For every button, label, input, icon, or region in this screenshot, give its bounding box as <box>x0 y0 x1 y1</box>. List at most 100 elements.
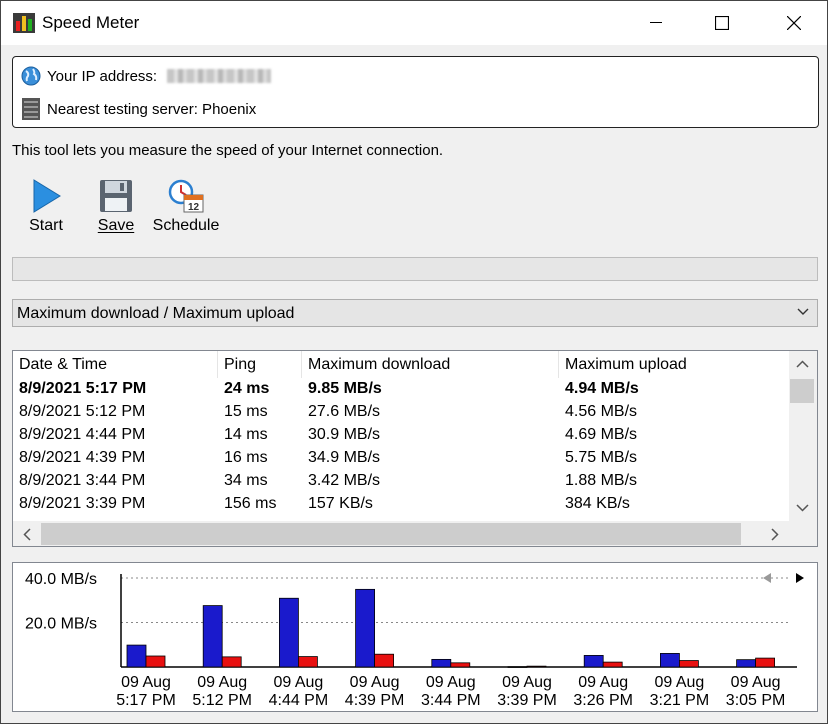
table-cell-date: 8/9/2021 4:39 PM <box>19 449 146 466</box>
chevron-down-icon <box>797 308 809 315</box>
x-tick-label-date: 09 Aug <box>350 674 400 691</box>
table-cell-ping: 15 ms <box>224 403 268 420</box>
chart-bar <box>583 655 604 668</box>
x-tick-label-time: 4:44 PM <box>269 692 329 709</box>
x-tick-label-time: 3:21 PM <box>650 692 710 709</box>
column-header-max-download[interactable]: Maximum download <box>302 351 559 378</box>
table-cell-date: 8/9/2021 3:39 PM <box>19 495 146 512</box>
horizontal-scroll-thumb[interactable] <box>41 523 741 545</box>
minimize-icon <box>650 22 662 23</box>
chart-scroll-right-icon[interactable] <box>796 573 804 583</box>
table-row[interactable]: 8/9/2021 5:12 PM 15 ms 27.6 MB/s 4.56 MB/s <box>13 401 789 424</box>
table-cell-down: 34.9 MB/s <box>308 449 381 466</box>
table-row[interactable]: 8/9/2021 4:39 PM 16 ms 34.9 MB/s 5.75 MB/s <box>13 447 789 470</box>
server-label: Nearest testing server: Phoenix <box>47 100 257 118</box>
ip-address-row: Your IP address: <box>21 66 272 86</box>
chart-bar <box>202 605 223 668</box>
table-cell-down: 30.9 MB/s <box>308 426 381 443</box>
chart-bar <box>602 661 623 668</box>
server-row: Nearest testing server: Phoenix <box>21 98 256 120</box>
column-header-max-upload[interactable]: Maximum upload <box>559 351 789 378</box>
schedule-label: Schedule <box>152 217 220 234</box>
ip-address-label: Your IP address: <box>47 67 158 85</box>
server-icon <box>22 98 40 120</box>
minimize-button[interactable] <box>633 1 679 45</box>
schedule-button[interactable]: 12 Schedule <box>151 179 221 235</box>
x-tick-label-time: 5:12 PM <box>192 692 252 709</box>
scroll-up-arrow-icon[interactable] <box>796 360 809 368</box>
table-cell-ping: 24 ms <box>224 380 270 397</box>
table-cell-date: 8/9/2021 5:12 PM <box>19 403 146 420</box>
table-cell-up: 4.56 MB/s <box>565 403 638 420</box>
scroll-down-arrow-icon[interactable] <box>796 504 809 512</box>
chart-bar <box>355 588 376 668</box>
scroll-left-arrow-icon[interactable] <box>23 528 31 541</box>
table-cell-ping: 16 ms <box>224 449 268 466</box>
vertical-scrollbar[interactable] <box>789 351 817 521</box>
tool-description: This tool lets you measure the speed of … <box>12 142 444 159</box>
x-tick-label-date: 09 Aug <box>502 674 552 691</box>
title-bar: Speed Meter <box>1 1 827 45</box>
x-tick-label-date: 09 Aug <box>121 674 171 691</box>
vertical-scroll-thumb[interactable] <box>790 379 814 403</box>
table-cell-up: 5.75 MB/s <box>565 449 638 466</box>
table-row[interactable]: 8/9/2021 5:17 PM 24 ms 9.85 MB/s 4.94 MB/s <box>13 378 789 401</box>
floppy-disk-icon <box>100 180 132 212</box>
maximize-button[interactable] <box>699 1 745 45</box>
x-tick-label-date: 09 Aug <box>578 674 628 691</box>
table-cell-ping: 156 ms <box>224 495 277 512</box>
table-cell-date: 8/9/2021 4:44 PM <box>19 426 146 443</box>
bar-chart-app-icon <box>13 13 35 33</box>
chart-bar <box>755 657 775 668</box>
column-header-date[interactable]: Date & Time <box>13 351 218 378</box>
y-tick-label: 40.0 MB/s <box>25 571 97 588</box>
horizontal-scrollbar[interactable] <box>13 521 817 546</box>
scroll-right-arrow-icon[interactable] <box>771 528 779 541</box>
chart-bar <box>507 666 528 668</box>
results-table: Date & Time Ping Maximum download Maximu… <box>12 350 818 547</box>
maximize-icon <box>715 16 729 30</box>
table-cell-ping: 14 ms <box>224 426 268 443</box>
table-cell-up: 384 KB/s <box>565 495 630 512</box>
y-tick-label: 20.0 MB/s <box>25 616 97 633</box>
x-tick-label-date: 09 Aug <box>654 674 704 691</box>
chart-bar <box>660 653 680 668</box>
chart-bar <box>145 655 166 668</box>
x-tick-label-time: 3:05 PM <box>726 692 786 709</box>
close-button[interactable] <box>771 1 817 45</box>
column-header-ping[interactable]: Ping <box>218 351 302 378</box>
chart-bar <box>679 660 699 668</box>
chart-bar <box>278 597 299 668</box>
play-icon <box>33 179 61 213</box>
connection-info-panel: Your IP address: Nearest testing server:… <box>12 56 819 128</box>
x-tick-label-time: 4:39 PM <box>345 692 405 709</box>
chart-bar <box>736 659 756 668</box>
chart-scroll-left-icon[interactable] <box>763 573 771 583</box>
speed-history-chart: 40.0 MB/s 20.0 MB/s 09 Aug 5:17 PM 09 Aug 5:1… <box>12 562 818 712</box>
table-row[interactable]: 8/9/2021 3:44 PM 34 ms 3.42 MB/s 1.88 MB/s <box>13 470 789 493</box>
chart-bar <box>526 665 547 668</box>
save-button[interactable]: Save <box>81 179 151 235</box>
table-cell-up: 1.88 MB/s <box>565 472 638 489</box>
chart-bar <box>221 656 242 668</box>
table-cell-date: 8/9/2021 3:44 PM <box>19 472 146 489</box>
window-title: Speed Meter <box>42 13 140 32</box>
speed-meter-window: Speed Meter Your IP address: Nearest tes… <box>0 0 828 724</box>
x-tick-label-date: 09 Aug <box>731 674 781 691</box>
globe-icon <box>21 66 41 86</box>
save-label: Save <box>97 217 135 234</box>
results-view-select[interactable]: Maximum download / Maximum upload <box>12 299 818 327</box>
x-tick-label-time: 5:17 PM <box>116 692 176 709</box>
table-cell-down: 3.42 MB/s <box>308 472 381 489</box>
table-cell-down: 157 KB/s <box>308 495 373 512</box>
table-row[interactable]: 8/9/2021 4:44 PM 14 ms 30.9 MB/s 4.69 MB/s <box>13 424 789 447</box>
table-row[interactable]: 8/9/2021 3:39 PM 156 ms 157 KB/s 384 KB/s <box>13 493 789 516</box>
table-cell-ping: 34 ms <box>224 472 268 489</box>
chart-bar <box>450 662 471 668</box>
x-tick-label-date: 09 Aug <box>197 674 247 691</box>
ip-address-value <box>167 69 272 83</box>
start-button[interactable]: Start <box>11 179 81 235</box>
chart-bar <box>431 658 452 668</box>
svg-text:12: 12 <box>188 202 200 213</box>
test-progress-bar <box>12 257 818 281</box>
